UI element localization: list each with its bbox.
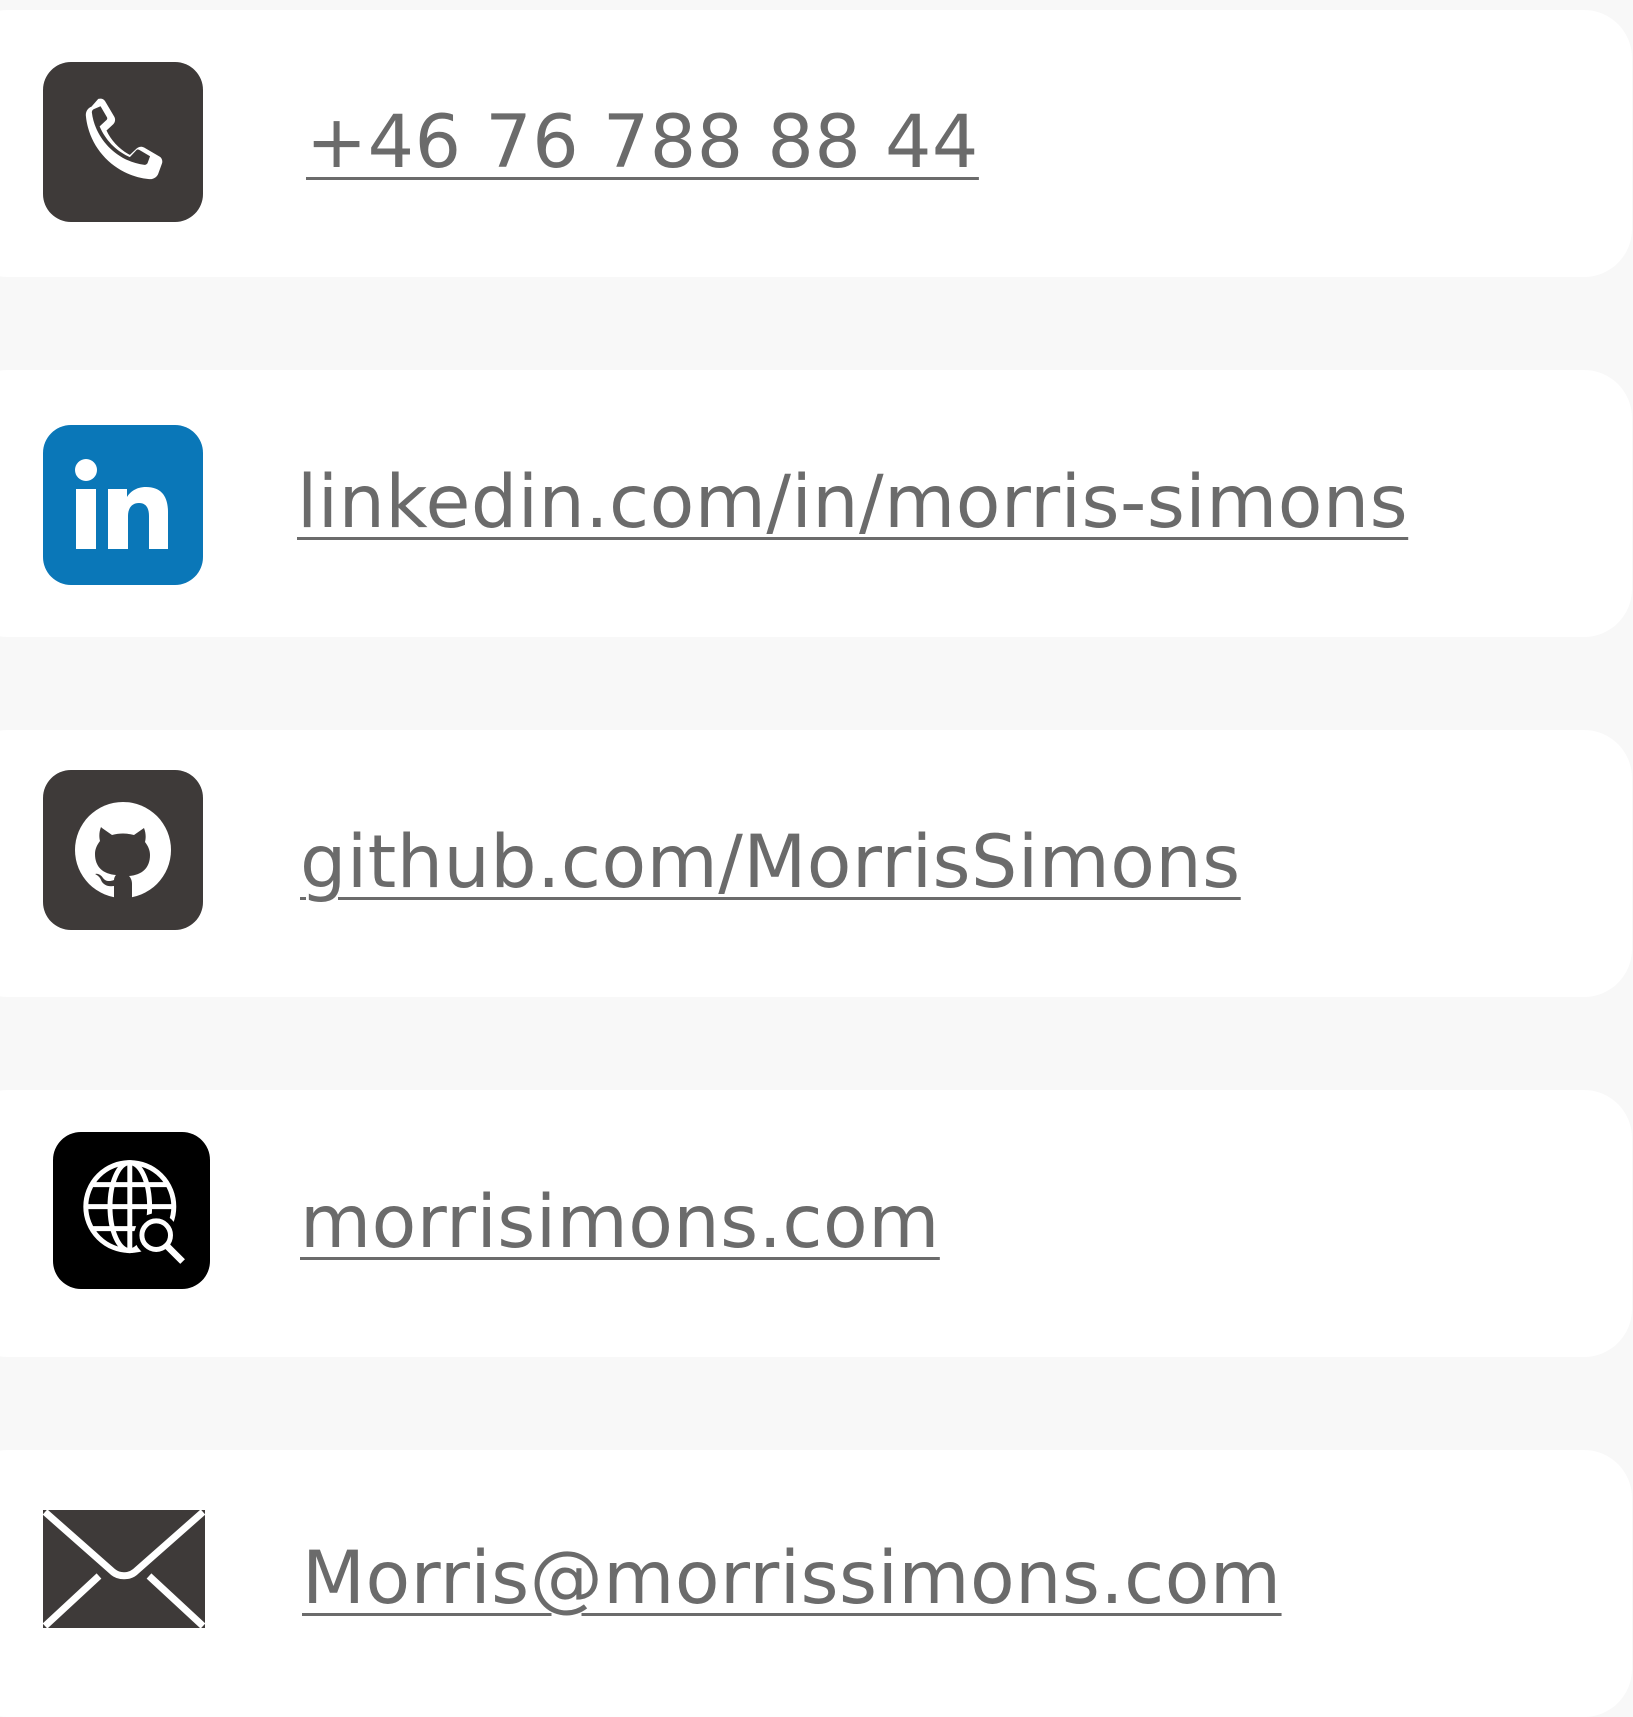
website-link[interactable]: morrisimons.com: [300, 1186, 940, 1259]
phone-icon[interactable]: [43, 62, 203, 222]
web-search-icon[interactable]: [53, 1132, 210, 1289]
contact-row-phone: +46 76 788 88 44: [0, 10, 1632, 277]
linkedin-icon[interactable]: [43, 425, 203, 585]
email-link[interactable]: Morris@morrissimons.com: [302, 1542, 1282, 1615]
github-link[interactable]: github.com/MorrisSimons: [300, 826, 1241, 899]
phone-link[interactable]: +46 76 788 88 44: [306, 106, 979, 179]
contact-row-email: Morris@morrissimons.com: [0, 1450, 1632, 1717]
mail-icon[interactable]: [43, 1510, 205, 1628]
contact-row-linkedin: linkedin.com/in/morris-simons: [0, 370, 1632, 637]
contact-row-github: github.com/MorrisSimons: [0, 730, 1632, 997]
contact-row-website: morrisimons.com: [0, 1090, 1632, 1357]
github-icon[interactable]: [43, 770, 203, 930]
linkedin-link[interactable]: linkedin.com/in/morris-simons: [297, 466, 1408, 539]
